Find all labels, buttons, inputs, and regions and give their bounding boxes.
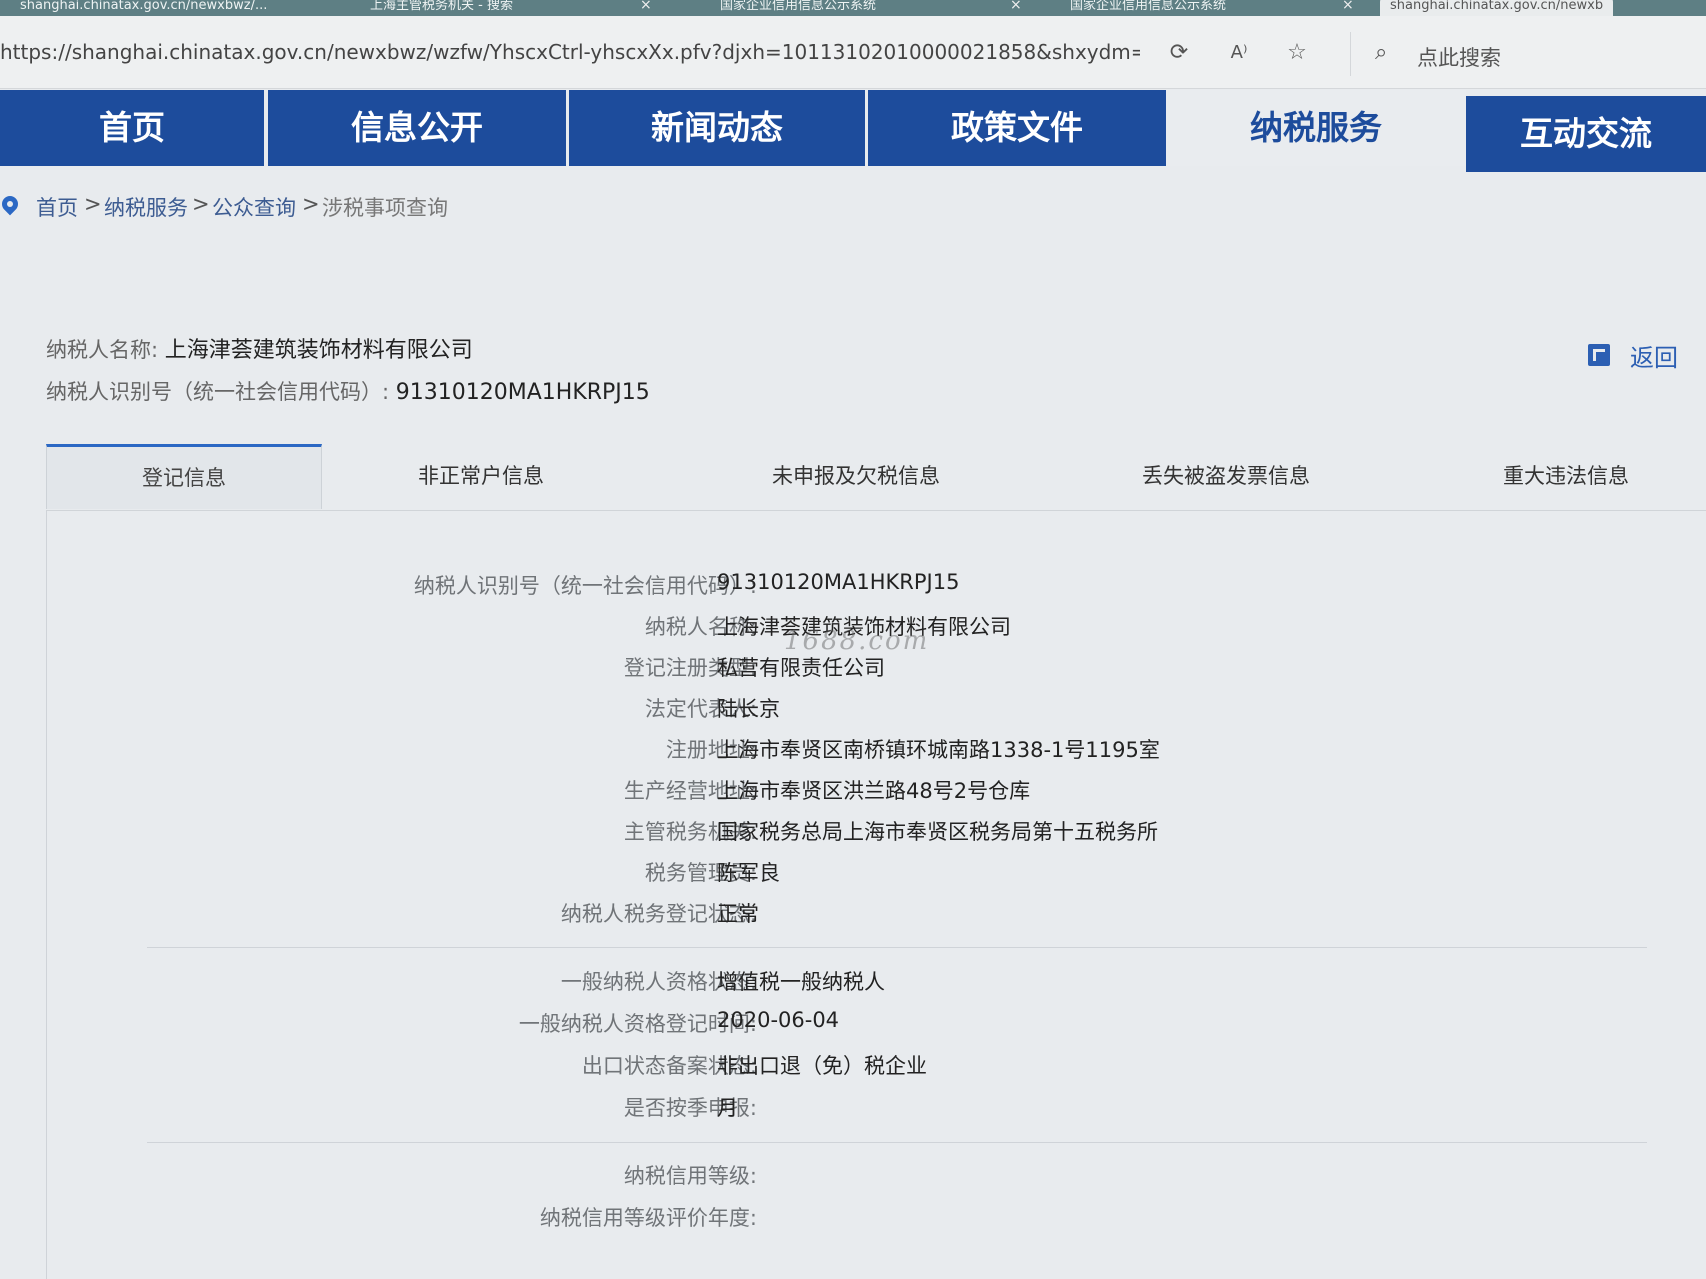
site-nav: 首页 信息公开 新闻动态 政策文件 纳税服务 互动交流 [0,90,1706,172]
detail-row: 纳税人税务登记状态: 正常 [47,898,1706,932]
return-icon [1588,344,1610,366]
watermark: 1688.com [784,626,930,656]
url-field[interactable]: https://shanghai.chinatax.gov.cn/newxbwz… [0,40,1140,70]
close-icon[interactable]: × [640,0,652,13]
breadcrumb-home[interactable]: 首页 [36,192,78,222]
detail-value: 增值税一般纳税人 [717,970,885,994]
refresh-icon[interactable]: ⟳ [1164,38,1194,68]
browser-tab[interactable]: 国家企业信用信息公示系统 [1070,0,1226,16]
detail-row: 纳税人识别号（统一社会信用代码）: 91310120MA1HKRPJ15 [47,570,1706,604]
detail-row: 纳税信用等级: [47,1160,1706,1194]
browser-tab[interactable]: 国家企业信用信息公示系统 [720,0,876,16]
favorite-star-icon[interactable]: ☆ [1282,38,1312,68]
detail-row: 法定代表人: 陆长京 [47,693,1706,727]
nav-item-policy[interactable]: 政策文件 [868,90,1166,166]
taxpayer-name-line: 纳税人名称: 上海津荟建筑装饰材料有限公司 [46,332,473,364]
detail-value: 国家税务总局上海市奉贤区税务局第十五税务所 [717,820,1158,844]
location-pin-icon [0,192,22,216]
breadcrumb-separator: > [302,192,320,216]
back-label: 返回 [1630,344,1678,372]
section-divider [147,947,1647,948]
tab-abnormal-info[interactable]: 非正常户信息 [336,444,626,508]
detail-row: 登记注册类型: 私营有限责任公司 [47,652,1706,686]
breadcrumb-tax-service[interactable]: 纳税服务 [104,192,188,222]
tab-major-violation-info[interactable]: 重大违法信息 [1426,444,1706,508]
detail-row: 主管税务机关: 国家税务总局上海市奉贤区税务局第十五税务所 [47,816,1706,850]
browser-tab[interactable]: shanghai.chinatax.gov.cn/newxbwz/... [20,0,267,16]
detail-value: 陈军良 [717,861,780,885]
detail-value: 私营有限责任公司 [717,656,885,680]
taxpayer-name-label: 纳税人名称: [46,338,159,362]
tab-undeclared-arrears-info[interactable]: 未申报及欠税信息 [686,444,1026,508]
tab-registration-info[interactable]: 登记信息 [46,444,322,509]
close-icon[interactable]: × [1342,0,1354,13]
detail-value: 上海市奉贤区南桥镇环城南路1338-1号1195室 [717,738,1160,762]
breadcrumb-separator: > [192,192,210,216]
detail-row: 出口状态备案状态: 非出口退（免）税企业 [47,1050,1706,1084]
nav-item-info-disclosure[interactable]: 信息公开 [268,90,566,166]
detail-value: 上海市奉贤区洪兰路48号2号仓库 [717,779,1031,803]
search-box[interactable]: ⌕ 点此搜索 [1350,32,1706,76]
taxpayer-id: 91310120MA1HKRPJ15 [395,380,650,405]
nav-item-tax-service[interactable]: 纳税服务 [1166,90,1466,166]
detail-value: 月 [717,1096,738,1120]
detail-row: 是否按季申报: 月 [47,1092,1706,1126]
read-aloud-icon[interactable]: A⁾ [1224,38,1254,68]
taxpayer-id-label: 纳税人识别号（统一社会信用代码）: [46,380,390,404]
detail-value: 陆长京 [717,697,780,721]
detail-value: 91310120MA1HKRPJ15 [717,570,960,594]
tab-lost-invoice-info[interactable]: 丢失被盗发票信息 [1056,444,1396,508]
detail-row: 一般纳税人资格状态: 增值税一般纳税人 [47,966,1706,1000]
detail-row: 生产经营地址: 上海市奉贤区洪兰路48号2号仓库 [47,775,1706,809]
detail-row: 税务管理员: 陈军良 [47,857,1706,891]
browser-tab-active[interactable]: shanghai.chinatax.gov.cn/newxb [1380,0,1614,16]
taxpayer-name: 上海津荟建筑装饰材料有限公司 [164,338,473,363]
breadcrumb-separator: > [84,192,102,216]
detail-row: 注册地址: 上海市奉贤区南桥镇环城南路1338-1号1195室 [47,734,1706,768]
search-input[interactable]: 点此搜索 [1417,42,1501,72]
breadcrumb-public-query[interactable]: 公众查询 [212,192,296,222]
section-divider [147,1142,1647,1143]
detail-value: 正常 [717,902,759,926]
close-icon[interactable]: × [1010,0,1022,13]
browser-tabstrip: shanghai.chinatax.gov.cn/newxbwz/... 上海主… [0,0,1706,16]
info-tabs: 登记信息 非正常户信息 未申报及欠税信息 丢失被盗发票信息 重大违法信息 [46,444,1706,511]
address-bar: https://shanghai.chinatax.gov.cn/newxbwz… [0,16,1706,89]
detail-row: 纳税信用等级评价年度: [47,1202,1706,1236]
taxpayer-id-line: 纳税人识别号（统一社会信用代码）: 91310120MA1HKRPJ15 [46,376,650,406]
detail-label: 纳税人识别号（统一社会信用代码）: [413,574,757,598]
detail-label: 纳税信用等级评价年度: [539,1206,757,1230]
detail-value: 2020-06-04 [717,1008,840,1032]
nav-item-news[interactable]: 新闻动态 [569,90,865,166]
detail-value: 非出口退（免）税企业 [717,1054,927,1078]
detail-label: 纳税信用等级: [623,1164,757,1188]
breadcrumb-current: 涉税事项查询 [322,196,448,220]
browser-tab[interactable]: 上海主管税务机关 - 搜索 [370,0,513,16]
nav-item-home[interactable]: 首页 [0,90,264,166]
nav-item-interaction[interactable]: 互动交流 [1466,96,1706,172]
search-icon: ⌕ [1375,40,1388,65]
detail-row: 一般纳税人资格登记时间: 2020-06-04 [47,1008,1706,1042]
